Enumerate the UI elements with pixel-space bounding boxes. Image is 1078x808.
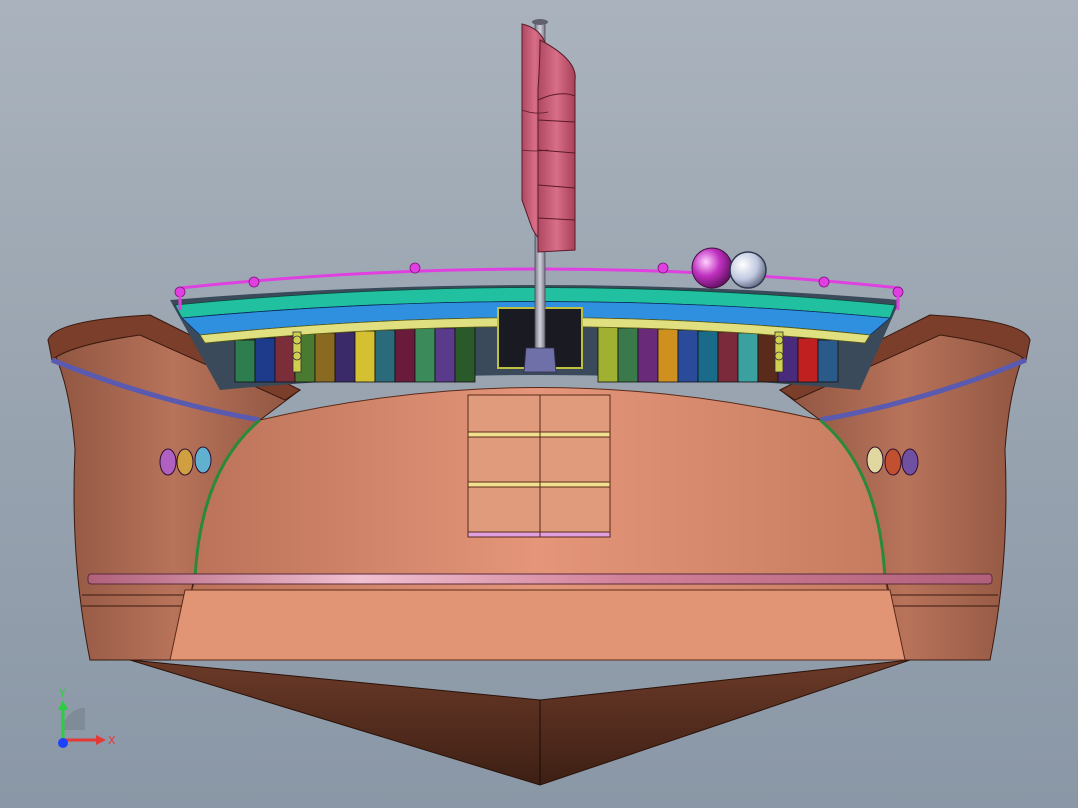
3d-viewport[interactable]: X Y [0,0,1078,808]
y-axis-label: Y [58,687,66,700]
port-stern-lights-icon [159,446,212,476]
mast-base [523,347,557,373]
hull-bottom [129,659,911,786]
boarding-ladder [467,394,611,538]
starboard-cleat-icon [774,331,784,373]
winch-white-icon [729,251,767,289]
coordinate-triad: X Y [58,687,116,748]
sail [521,23,576,253]
x-axis-label: X [108,734,116,747]
rub-rail [87,573,993,585]
port-cleat-icon [292,331,302,373]
starboard-stern-lights-icon [866,446,919,476]
ship-model[interactable] [0,0,1078,808]
z-axis-icon [58,738,68,748]
winch-purple-icon [691,247,733,289]
